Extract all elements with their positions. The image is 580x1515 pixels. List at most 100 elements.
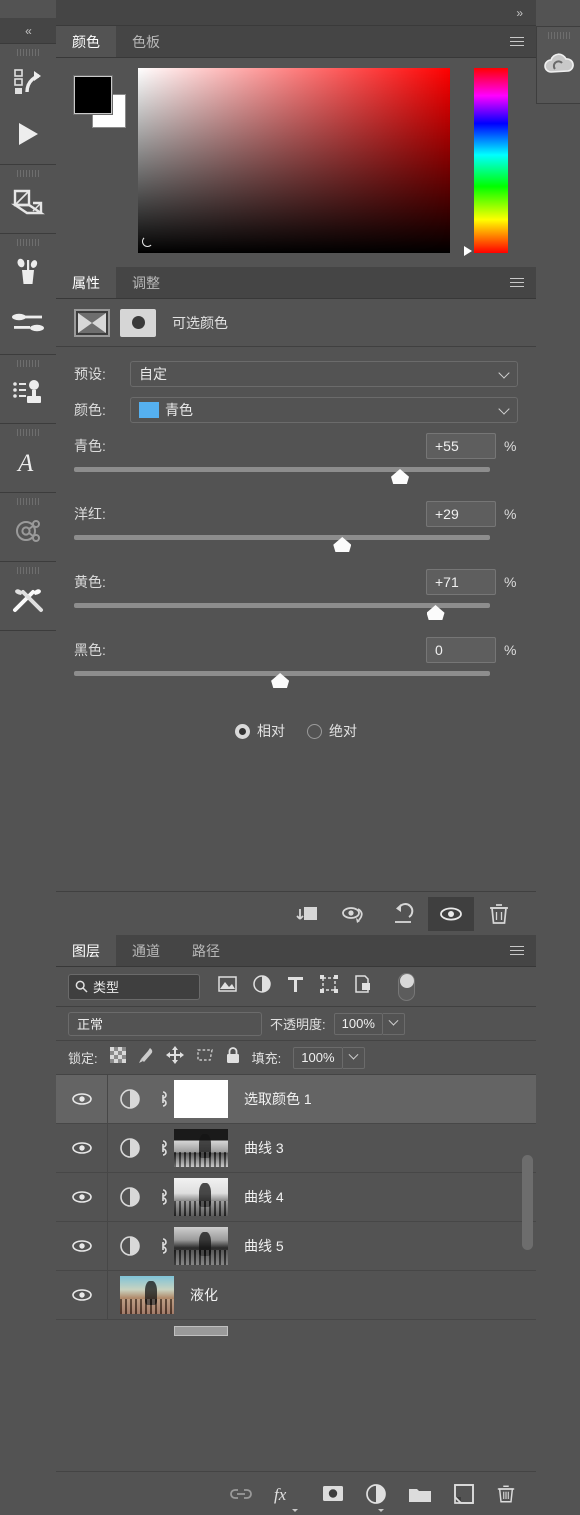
fill-value[interactable]: 100% bbox=[293, 1046, 343, 1069]
layer-thumbnail[interactable] bbox=[120, 1276, 174, 1314]
radio-absolute[interactable]: 绝对 bbox=[307, 721, 357, 741]
play-icon[interactable] bbox=[0, 108, 56, 160]
drag-grip-icon[interactable] bbox=[0, 562, 56, 574]
slider-magenta-value[interactable]: +29 bbox=[426, 501, 496, 527]
layer-visibility-toggle[interactable] bbox=[56, 1075, 108, 1123]
delete-adjustment-icon[interactable] bbox=[476, 897, 522, 931]
drag-grip-icon[interactable] bbox=[547, 27, 570, 39]
layer-thumbnail[interactable] bbox=[174, 1326, 228, 1336]
slider-cyan-value[interactable]: +55 bbox=[426, 433, 496, 459]
layer-thumbnail[interactable] bbox=[174, 1129, 228, 1167]
link-mask-icon[interactable] bbox=[152, 1089, 174, 1109]
link-mask-icon[interactable] bbox=[152, 1138, 174, 1158]
lock-artboard-icon[interactable] bbox=[196, 1047, 214, 1068]
lock-image-pixels-icon[interactable] bbox=[138, 1047, 154, 1069]
tool-presets-icon[interactable] bbox=[0, 574, 56, 626]
drag-grip-icon[interactable] bbox=[0, 44, 56, 56]
glyphs-icon[interactable]: A bbox=[0, 436, 56, 488]
slider-black-value[interactable]: 0 bbox=[426, 637, 496, 663]
add-layer-mask-icon[interactable] bbox=[322, 1485, 344, 1502]
table-row[interactable]: 曲线 5 bbox=[56, 1222, 536, 1271]
filter-enable-toggle[interactable] bbox=[398, 972, 415, 1001]
filter-type-icon[interactable] bbox=[287, 976, 304, 998]
filter-shape-icon[interactable] bbox=[320, 975, 338, 998]
layer-visibility-toggle[interactable] bbox=[56, 1222, 108, 1270]
layer-visibility-toggle[interactable] bbox=[56, 1173, 108, 1221]
lock-transparent-pixels-icon[interactable] bbox=[109, 1047, 126, 1068]
view-previous-state-icon[interactable] bbox=[332, 897, 378, 931]
layer-list-scrollbar[interactable] bbox=[522, 1155, 533, 1250]
lock-all-icon[interactable] bbox=[226, 1046, 240, 1069]
table-row-partial[interactable] bbox=[56, 1320, 536, 1342]
radio-relative[interactable]: 相对 bbox=[235, 721, 285, 741]
layer-list[interactable]: 选取颜色 1 曲线 3 曲线 4 曲线 5 液化 bbox=[56, 1075, 536, 1471]
toggle-visibility-icon[interactable] bbox=[428, 896, 474, 931]
tab-adjustments[interactable]: 调整 bbox=[116, 267, 176, 298]
drag-grip-icon[interactable] bbox=[0, 424, 56, 436]
hue-slider[interactable] bbox=[464, 68, 508, 256]
table-row[interactable]: 曲线 4 bbox=[56, 1173, 536, 1222]
table-row[interactable]: 曲线 3 bbox=[56, 1124, 536, 1173]
clone-source-icon[interactable] bbox=[0, 367, 56, 419]
link-mask-icon[interactable] bbox=[152, 1236, 174, 1256]
layer-style-fx-icon[interactable]: fx bbox=[274, 1484, 300, 1512]
layer-mask-thumbnail[interactable] bbox=[120, 308, 156, 337]
slider-cyan-track[interactable] bbox=[74, 467, 490, 472]
three-d-icon[interactable] bbox=[0, 505, 56, 557]
clip-to-layer-icon[interactable] bbox=[284, 897, 330, 931]
layer-name[interactable]: 曲线 5 bbox=[244, 1236, 284, 1256]
link-layers-icon[interactable] bbox=[230, 1487, 252, 1501]
properties-panel-menu-icon[interactable] bbox=[498, 267, 536, 298]
preset-select[interactable]: 自定 bbox=[130, 361, 518, 387]
drag-grip-icon[interactable] bbox=[0, 165, 56, 177]
layer-mask-thumbnail[interactable] bbox=[174, 1080, 228, 1118]
layers-panel-menu-icon[interactable] bbox=[498, 935, 536, 966]
tab-color[interactable]: 颜色 bbox=[56, 26, 116, 57]
color-select[interactable]: 青色 bbox=[130, 397, 518, 423]
tab-channels[interactable]: 通道 bbox=[116, 935, 176, 966]
slider-yellow-value[interactable]: +71 bbox=[426, 569, 496, 595]
reset-adjustment-icon[interactable] bbox=[380, 897, 426, 931]
slider-magenta-track[interactable] bbox=[74, 535, 490, 540]
foreground-color-swatch[interactable] bbox=[73, 75, 113, 115]
brush-presets-icon[interactable] bbox=[0, 246, 56, 298]
drag-grip-icon[interactable] bbox=[0, 493, 56, 505]
tab-swatches[interactable]: 色板 bbox=[116, 26, 176, 57]
saturation-value-field[interactable] bbox=[138, 68, 450, 253]
drag-grip-icon[interactable] bbox=[0, 234, 56, 246]
layer-name[interactable]: 曲线 4 bbox=[244, 1187, 284, 1207]
brush-settings-icon[interactable] bbox=[0, 298, 56, 350]
layer-filter-select[interactable]: 类型 bbox=[68, 973, 200, 1000]
color-panel-menu-icon[interactable] bbox=[498, 26, 536, 57]
filter-smart-object-icon[interactable] bbox=[354, 975, 372, 998]
layer-name[interactable]: 选取颜色 1 bbox=[244, 1089, 312, 1109]
lock-position-icon[interactable] bbox=[165, 1046, 184, 1069]
drag-grip-icon[interactable] bbox=[0, 355, 56, 367]
opacity-stepper[interactable] bbox=[382, 1012, 405, 1035]
layer-comps-icon[interactable] bbox=[0, 177, 56, 229]
tab-paths[interactable]: 路径 bbox=[176, 935, 236, 966]
slider-yellow-track[interactable] bbox=[74, 603, 490, 608]
fill-stepper[interactable] bbox=[342, 1046, 365, 1069]
tab-properties[interactable]: 属性 bbox=[56, 267, 116, 298]
opacity-value[interactable]: 100% bbox=[333, 1012, 383, 1035]
blend-mode-select[interactable]: 正常 bbox=[68, 1011, 262, 1036]
new-adjustment-layer-icon[interactable] bbox=[366, 1483, 386, 1512]
layer-name[interactable]: 曲线 3 bbox=[244, 1138, 284, 1158]
new-layer-icon[interactable] bbox=[454, 1483, 474, 1504]
delete-layer-icon[interactable] bbox=[496, 1484, 516, 1504]
color-swatches[interactable] bbox=[70, 72, 128, 130]
tab-layers[interactable]: 图层 bbox=[56, 935, 116, 966]
filter-adjustment-icon[interactable] bbox=[253, 975, 271, 998]
filter-pixel-icon[interactable] bbox=[218, 976, 237, 997]
panels-collapse-button[interactable]: » bbox=[56, 0, 536, 26]
actions-icon[interactable] bbox=[0, 56, 56, 108]
rail-collapse-button[interactable]: « bbox=[0, 18, 56, 44]
table-row[interactable]: 选取颜色 1 bbox=[56, 1075, 536, 1124]
layer-thumbnail[interactable] bbox=[174, 1227, 228, 1265]
creative-cloud-libraries-icon[interactable] bbox=[542, 39, 576, 91]
layer-thumbnail[interactable] bbox=[174, 1178, 228, 1216]
adjustment-thumbnail[interactable] bbox=[74, 308, 110, 337]
layer-visibility-toggle[interactable] bbox=[56, 1271, 108, 1319]
table-row[interactable]: 液化 bbox=[56, 1271, 536, 1320]
